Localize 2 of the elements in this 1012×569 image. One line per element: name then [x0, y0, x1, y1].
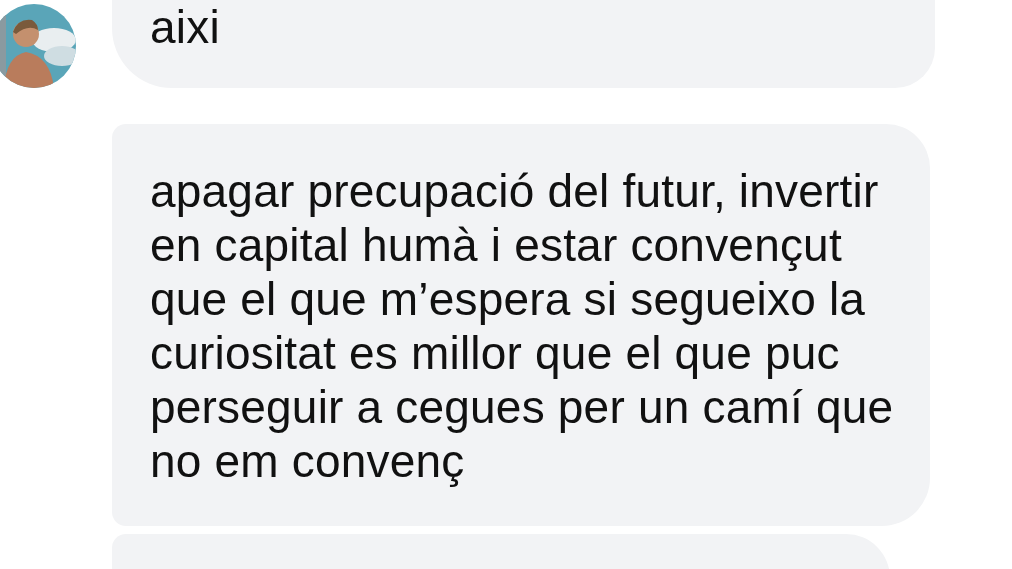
- message-text: apagar precupació del futur, invertir en capital humà i estar convençut que el que m’espera si segueixo la curiositat es millor que el que puc perseguir a cegues per un camí que no em convenç: [150, 164, 892, 488]
- message-text: aixi: [150, 0, 221, 54]
